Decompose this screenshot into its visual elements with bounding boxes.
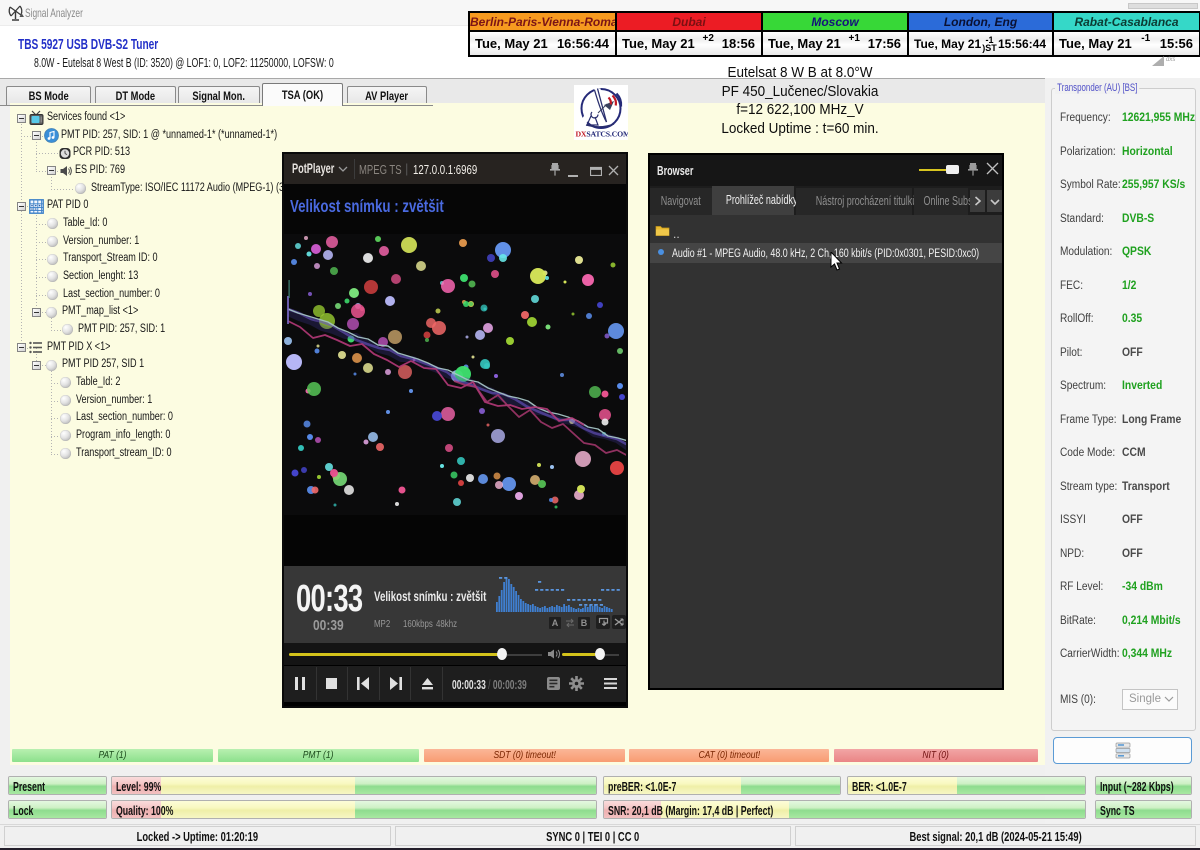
svg-text:DXSATCS.COM: DXSATCS.COM: [576, 130, 629, 139]
svg-text:dxs: dxs: [1166, 57, 1175, 63]
